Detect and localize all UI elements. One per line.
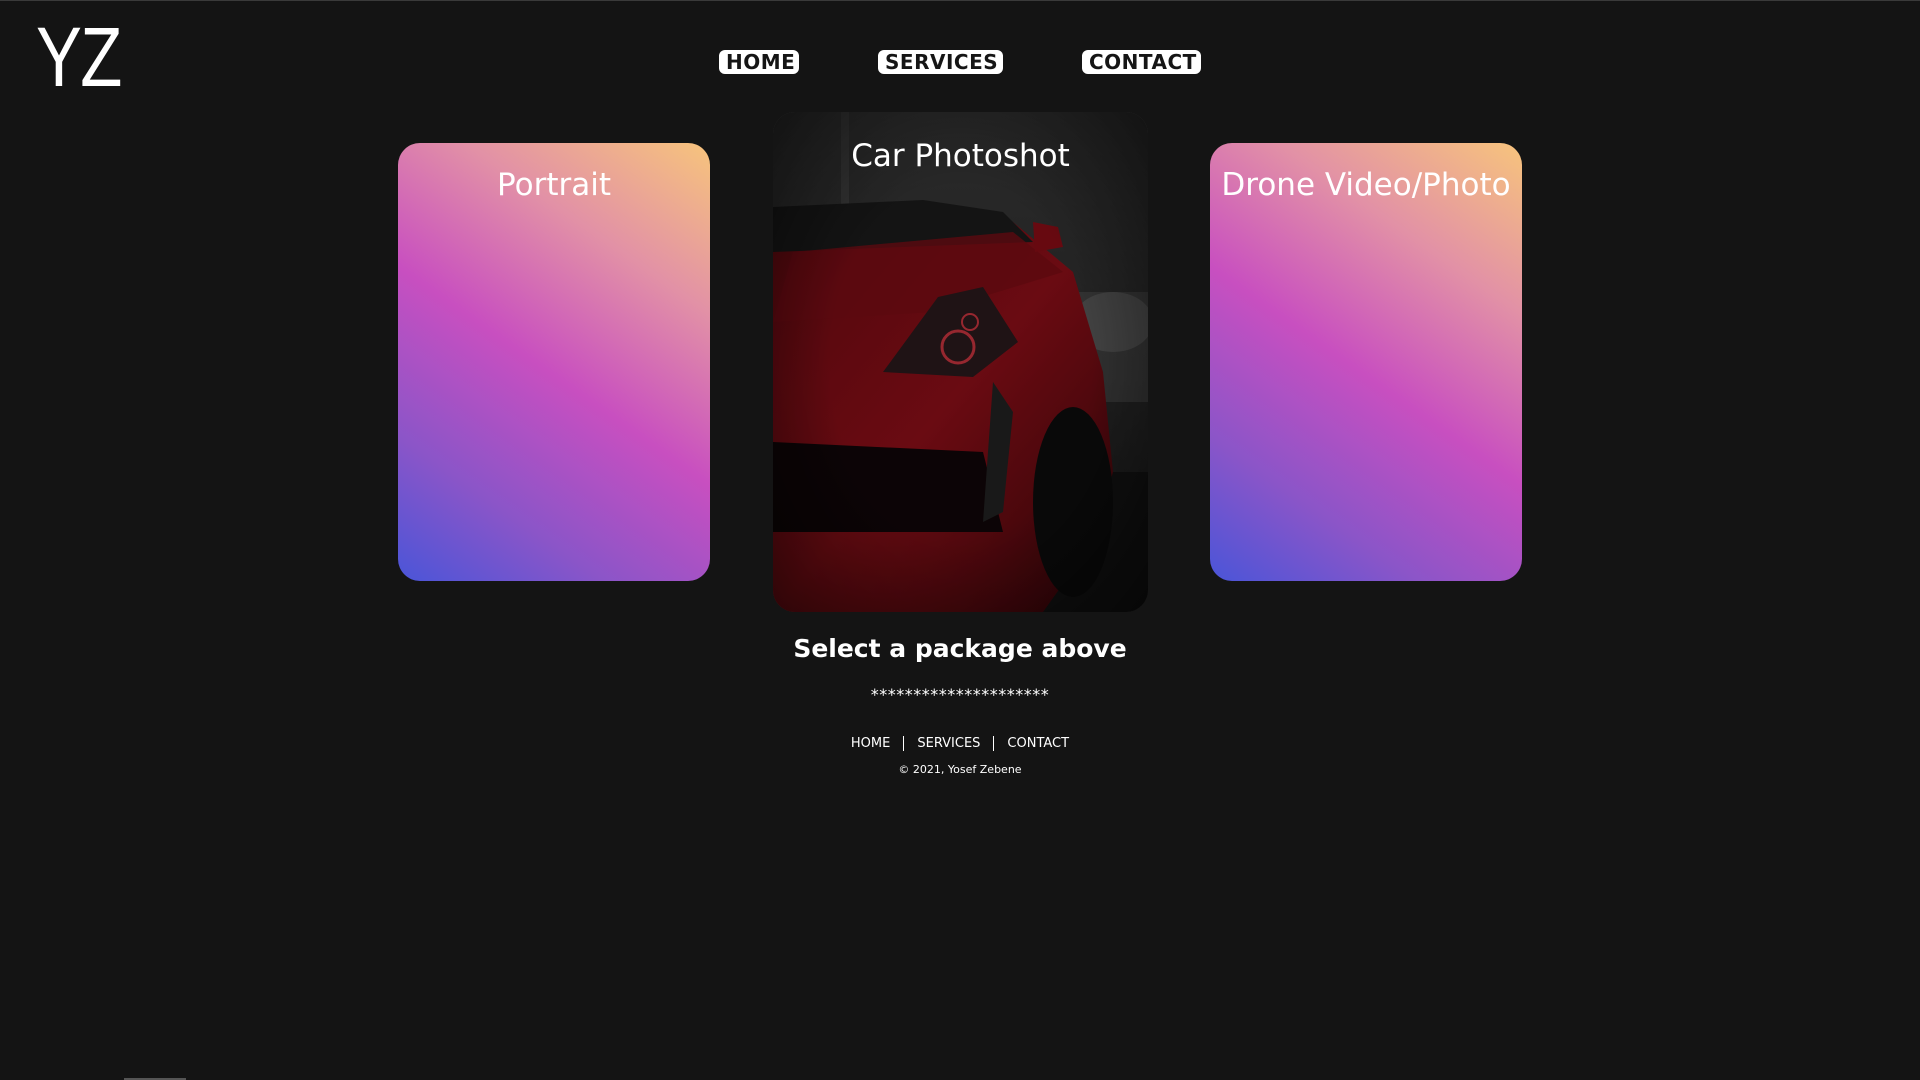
select-package-heading: Select a package above: [793, 634, 1127, 663]
footer-contact-link[interactable]: CONTACT: [993, 736, 1083, 751]
package-card-drone[interactable]: Drone Video/Photo: [1210, 143, 1522, 581]
nav-contact-button[interactable]: CONTACT: [1082, 50, 1201, 74]
car-photo-image: [773, 112, 1148, 612]
footer-nav: HOME SERVICES CONTACT: [0, 736, 1920, 751]
package-card-car[interactable]: Car Photoshot: [773, 112, 1148, 612]
card-title: Car Photoshot: [851, 138, 1070, 174]
divider-stars: *********************: [870, 685, 1050, 704]
copyright-text: © 2021, Yosef Zebene: [898, 763, 1022, 776]
footer-home-link[interactable]: HOME: [838, 736, 903, 751]
page: YZ HOME SERVICES CONTACT Portrait Car Ph…: [0, 0, 1920, 1080]
footer-services-link[interactable]: SERVICES: [903, 736, 994, 751]
package-card-portrait[interactable]: Portrait: [398, 143, 710, 581]
nav-home-button[interactable]: HOME: [719, 50, 799, 74]
card-title: Portrait: [497, 167, 611, 203]
card-title: Drone Video/Photo: [1221, 167, 1511, 203]
top-nav: HOME SERVICES CONTACT: [0, 50, 1920, 76]
nav-services-button[interactable]: SERVICES: [878, 50, 1003, 74]
